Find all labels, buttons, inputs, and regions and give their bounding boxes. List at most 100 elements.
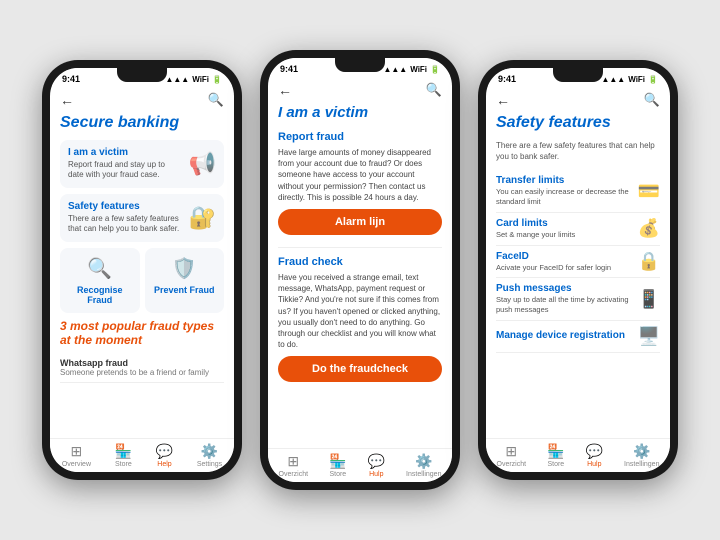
card-limits-desc: Set & mange your limits [496,230,575,240]
device-registration-item[interactable]: Manage device registration 🖥️ [496,321,660,353]
transfer-limits-title: Transfer limits [496,175,634,186]
card-limits-title: Card limits [496,218,575,229]
nav-hulp-3[interactable]: 💬 Hulp [586,443,603,468]
instellingen-icon-2: ⚙️ [415,453,432,470]
recognise-fraud-card[interactable]: 🔍 Recognise Fraud [60,248,140,313]
safety-card-desc: There are a few safety features that can… [68,214,183,235]
transfer-limits-desc: You can easily increase or decrease the … [496,187,634,207]
instellingen-label-3: Instellingen [624,461,659,468]
nav-store[interactable]: 🏪 Store [115,443,132,468]
wifi-icon-3: WiFi [628,75,645,84]
status-icons-3: ▲▲▲ WiFi 🔋 [601,75,658,84]
status-icons-1: ▲▲▲ WiFi 🔋 [165,75,222,84]
top-nav-3: ← 🔍 [496,92,660,108]
overzicht-icon-3: ⊞ [505,443,517,460]
whatsapp-fraud-title: Whatsapp fraud [60,358,224,368]
card-limits-item[interactable]: Card limits Set & mange your limits 💰 [496,213,660,246]
nav-store-3[interactable]: 🏪 Store [547,443,564,468]
push-messages-item[interactable]: Push messages Stay up to date all the ti… [496,278,660,321]
alarm-btn[interactable]: Alarm lijn [278,209,442,235]
top-nav-1: ← 🔍 [60,92,224,108]
device-registration-title: Manage device registration [496,330,625,341]
back-arrow-1[interactable]: ← [60,92,74,108]
signal-icon-2: ▲▲▲ [383,65,407,74]
screen-content-2: ← 🔍 I am a victim Report fraud Have larg… [268,76,452,448]
recognise-label: Recognise Fraud [66,285,134,305]
divider-1 [278,247,442,248]
signal-icon: ▲▲▲ [165,75,189,84]
hulp-label-3: Hulp [587,461,601,468]
search-icon-2[interactable]: 🔍 [426,82,442,98]
bottom-nav-2: ⊞ Overzicht 🏪 Store 💬 Hulp ⚙️ Instelling… [268,448,452,482]
settings-icon: ⚙️ [201,443,218,460]
overzicht-label-3: Overzicht [497,461,527,468]
store-icon-2: 🏪 [329,453,346,470]
transfer-limits-item[interactable]: Transfer limits You can easily increase … [496,170,660,213]
report-fraud-heading: Report fraud [278,131,442,143]
phones-container: 9:41 ▲▲▲ WiFi 🔋 ← 🔍 Secure banking I am … [22,30,698,510]
whatsapp-fraud-sub: Someone pretends to be a friend or famil… [60,368,224,377]
faceid-desc: Acivate your FaceID for safer login [496,263,611,273]
faceid-item[interactable]: FaceID Acivate your FaceID for safer log… [496,246,660,279]
search-icon-3[interactable]: 🔍 [644,92,660,108]
fraud-check-btn[interactable]: Do the fraudcheck [278,356,442,382]
push-messages-text: Push messages Stay up to date all the ti… [496,283,634,315]
screen-content-3: ← 🔍 Safety features There are a few safe… [486,86,670,438]
nav-settings[interactable]: ⚙️ Settings [197,443,222,468]
push-messages-title: Push messages [496,283,634,294]
store-label-2: Store [329,471,346,478]
nav-instellingen-2[interactable]: ⚙️ Instellingen [406,453,441,478]
victim-card-desc: Report fraud and stay up to date with yo… [68,160,183,181]
overzicht-icon-2: ⊞ [287,453,299,470]
instellingen-label-2: Instellingen [406,471,441,478]
time-1: 9:41 [62,74,80,84]
time-3: 9:41 [498,74,516,84]
hulp-icon-2: 💬 [368,453,385,470]
nav-overview[interactable]: ⊞ Overview [62,443,91,468]
card-icon: 💰 [638,218,660,239]
fraud-check-heading: Fraud check [278,256,442,268]
phone-secure-banking: 9:41 ▲▲▲ WiFi 🔋 ← 🔍 Secure banking I am … [42,60,242,480]
two-cards: 🔍 Recognise Fraud 🛡️ Prevent Fraud [60,248,224,313]
help-icon: 💬 [156,443,173,460]
fraud-check-desc: Have you received a strange email, text … [278,272,442,350]
prevent-icon: 🛡️ [172,256,197,281]
overzicht-label-2: Overzicht [279,471,309,478]
instellingen-icon-3: ⚙️ [633,443,650,460]
screen-content-1: ← 🔍 Secure banking I am a victim Report … [50,86,234,438]
page-title-2: I am a victim [278,104,442,121]
victim-card[interactable]: I am a victim Report fraud and stay up t… [60,140,224,188]
nav-overzicht-3[interactable]: ⊞ Overzicht [497,443,527,468]
nav-help[interactable]: 💬 Help [156,443,173,468]
search-icon-1[interactable]: 🔍 [208,92,224,108]
safety-card[interactable]: Safety features There are a few safety f… [60,194,224,242]
page-title-3: Safety features [496,114,660,132]
recognise-icon: 🔍 [87,256,112,281]
push-icon: 📱 [638,289,660,310]
safety-card-title: Safety features [68,201,183,212]
help-label: Help [157,461,171,468]
back-arrow-3[interactable]: ← [496,92,510,108]
battery-icon: 🔋 [212,75,222,84]
nav-overzicht-2[interactable]: ⊞ Overzicht [279,453,309,478]
hulp-label-2: Hulp [369,471,383,478]
nav-instellingen-3[interactable]: ⚙️ Instellingen [624,443,659,468]
victim-card-icon: 📢 [189,151,216,177]
bottom-nav-1: ⊞ Overview 🏪 Store 💬 Help ⚙️ Settings [50,438,234,472]
nav-store-2[interactable]: 🏪 Store [329,453,346,478]
wifi-icon: WiFi [192,75,209,84]
time-2: 9:41 [280,64,298,74]
prevent-fraud-card[interactable]: 🛡️ Prevent Fraud [145,248,225,313]
report-fraud-desc: Have large amounts of money disappeared … [278,147,442,203]
safety-intro: There are a few safety features that can… [496,140,660,162]
card-limits-text: Card limits Set & mange your limits [496,218,575,240]
whatsapp-fraud-item[interactable]: Whatsapp fraud Someone pretends to be a … [60,353,224,383]
back-arrow-2[interactable]: ← [278,82,292,98]
hulp-icon-3: 💬 [586,443,603,460]
battery-icon-2: 🔋 [430,65,440,74]
prevent-label: Prevent Fraud [154,285,215,295]
page-title-1: Secure banking [60,114,224,132]
store-label-3: Store [547,461,564,468]
transfer-icon: 💳 [638,181,660,202]
nav-hulp-2[interactable]: 💬 Hulp [368,453,385,478]
